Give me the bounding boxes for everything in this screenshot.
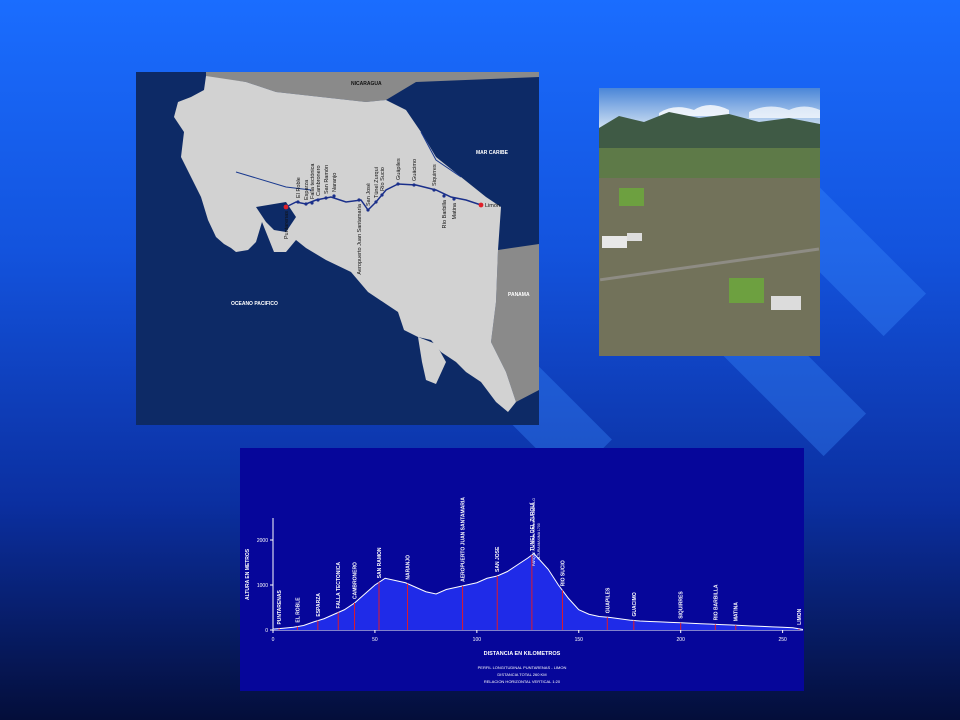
warehouse	[771, 296, 801, 310]
station-label: RIO SUCIO	[560, 560, 566, 586]
station-label: San José	[366, 183, 372, 206]
station-label: RIO BARBILLA	[713, 584, 719, 620]
station-label: GUACIMO	[632, 592, 638, 616]
caption-1: PERFIL LONGITUDINAL PUNTARENAS - LIMON	[478, 665, 567, 670]
station-dot	[396, 182, 400, 186]
x-tick-label: 250	[778, 637, 787, 643]
y-tick-label: 1000	[257, 583, 268, 589]
station-label: EL ROBLE	[295, 597, 301, 623]
station-label: SAN RAMON	[377, 547, 383, 578]
station-label: PUNTARENAS	[277, 590, 283, 625]
region-label-caribbean: MAR CARIBE	[476, 150, 509, 156]
station-label: AEROPUERTO JUAN SANTAMARIA	[461, 497, 467, 582]
station-label: Limón	[485, 203, 500, 209]
x-tick-label: 100	[473, 637, 482, 643]
station-label: Aeropuerto Juan Santamaría	[357, 203, 363, 275]
station-label: Guápiles	[396, 158, 402, 180]
y-tick-label: 2000	[257, 538, 268, 544]
station-dot	[432, 188, 436, 192]
x-tick-label: 50	[372, 637, 378, 643]
station-label: Río Sucio	[380, 167, 386, 191]
station-label: Cambronero	[316, 165, 322, 196]
x-axis-label: DISTANCIA EN KILOMETROS	[484, 651, 561, 657]
costa-rica-landmass	[174, 76, 516, 412]
station-label: CAMBRONERO	[353, 562, 359, 599]
station-label: SIQUIRRES	[679, 591, 685, 619]
caption-2: DISTANCIA TOTAL 260 KM	[497, 672, 546, 677]
station-label: Guácimo	[412, 159, 418, 181]
station-label: Siquirres	[432, 164, 438, 186]
station-label: Río Barbilla	[442, 199, 448, 228]
station-label: ESPARZA	[316, 593, 322, 617]
zurqui-note-1: PARQUE NACIONAL BRAULIO CARRILLO	[532, 498, 536, 566]
warehouse	[627, 233, 642, 241]
station-label: GUAPILES	[605, 587, 611, 613]
x-tick-label: 150	[575, 637, 584, 643]
aerial-photo	[599, 88, 820, 356]
region-label-panama: PANAMA	[508, 292, 530, 298]
station-dot	[452, 197, 456, 201]
zurqui-note-2: ALTURA MAXIMA 1700	[537, 523, 541, 560]
station-dot	[374, 200, 378, 204]
station-label: SAN JOSE	[495, 546, 501, 572]
station-dot	[310, 201, 314, 205]
station-label: MATINA	[734, 602, 740, 621]
station-dot	[304, 202, 308, 206]
station-dot	[478, 202, 484, 208]
station-label: Puntarenas	[284, 211, 290, 239]
station-dot	[357, 198, 361, 202]
field	[619, 188, 644, 206]
costa-rica-map: NICARAGUA MAR CARIBE OCEANO PACIFICO PAN…	[136, 72, 539, 425]
x-tick-label: 200	[677, 637, 686, 643]
warehouse	[602, 236, 627, 248]
x-tick-label: 0	[272, 637, 275, 643]
station-dot	[296, 200, 300, 204]
station-dot	[324, 196, 328, 200]
station-dot	[412, 183, 416, 187]
station-dot	[366, 208, 370, 212]
station-label: San Ramón	[324, 165, 330, 194]
region-label-pacific: OCEANO PACIFICO	[231, 301, 278, 307]
y-axis-ticks: 2000 1000 0	[257, 538, 273, 634]
caption-3: RELACION HORIZONTAL VERTICAL 1:20	[484, 679, 561, 684]
station-label: LIMON	[797, 608, 803, 624]
y-tick-label: 0	[265, 628, 268, 634]
station-label: FALLA TECTONICA	[336, 562, 342, 609]
station-dot	[442, 194, 446, 198]
field	[729, 278, 764, 303]
station-dot	[283, 204, 289, 210]
x-axis-ticks: 0 50 100 150 200 250	[272, 630, 787, 643]
elevation-profile: ALTURA EN METROS 2000 1000 0 0 50 100 150 200 2…	[240, 448, 804, 691]
station-dot	[316, 198, 320, 202]
station-dot	[380, 193, 384, 197]
station-label: El Roble	[296, 177, 302, 198]
station-label: NARANJO	[406, 555, 412, 580]
region-label-nicaragua: NICARAGUA	[351, 81, 382, 87]
station-label: Matina	[452, 202, 458, 219]
station-label: Naranjo	[332, 173, 338, 192]
y-axis-label: ALTURA EN METROS	[245, 548, 251, 600]
station-dot	[332, 194, 336, 198]
